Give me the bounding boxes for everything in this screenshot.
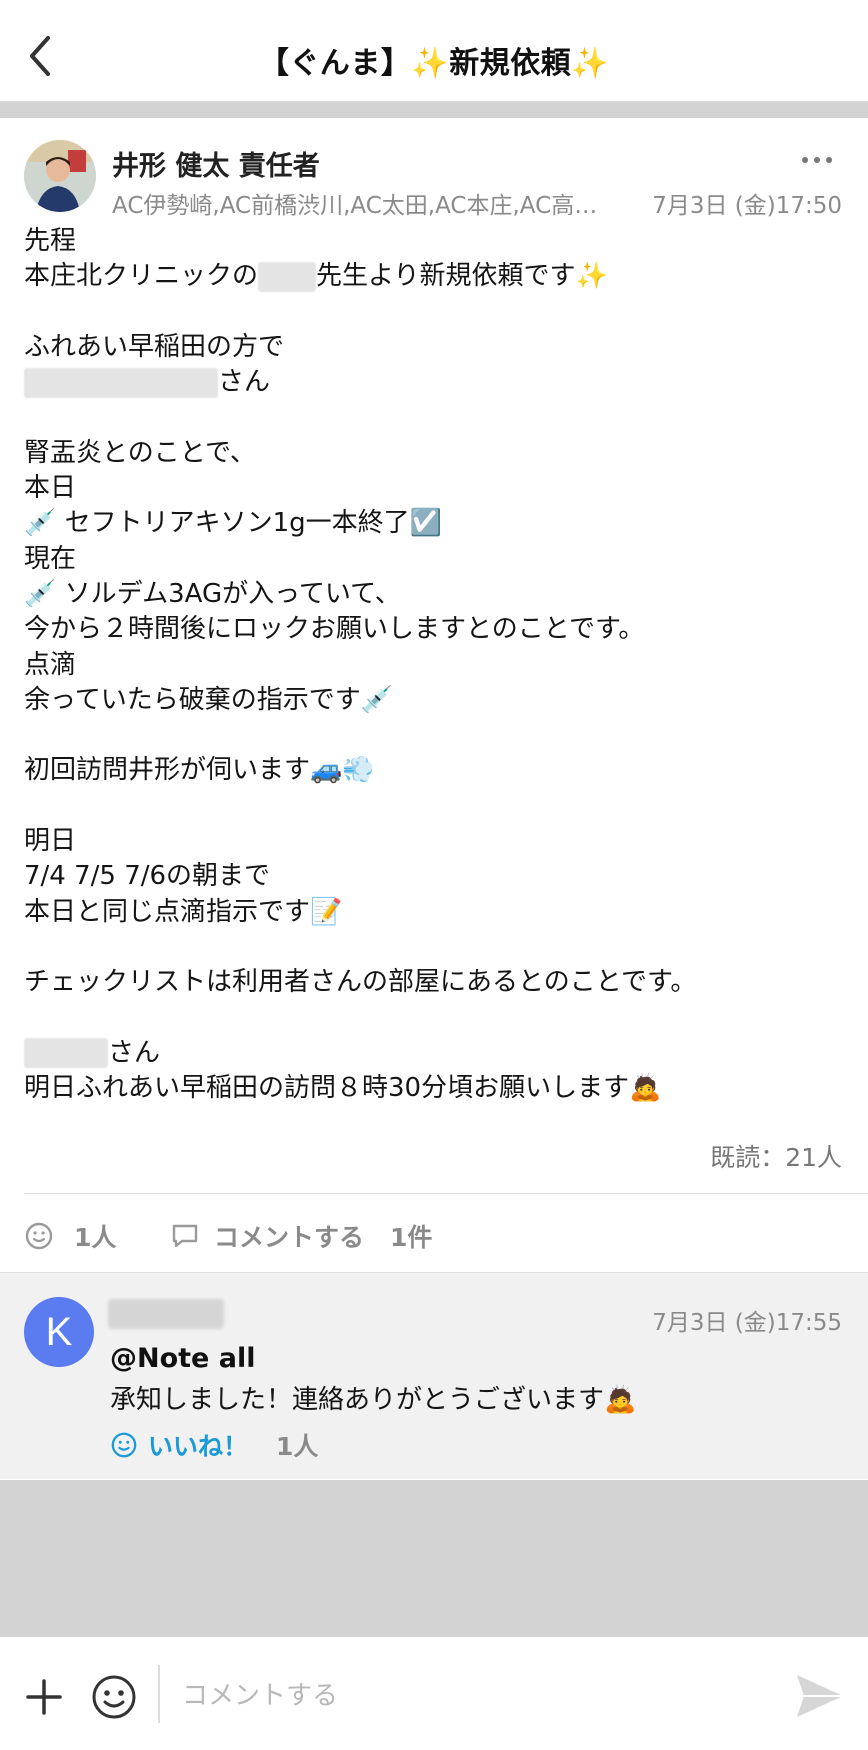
syringe-icon: 💉 (24, 508, 57, 539)
comment-button[interactable]: コメントする 1件 (170, 1218, 432, 1254)
body-line: 点滴 (24, 649, 77, 680)
body-line: 初回訪問井形が伺います🚙💨 (24, 753, 844, 788)
smiley-icon[interactable] (110, 1431, 138, 1459)
comment-input[interactable] (182, 1673, 782, 1719)
mention-tag[interactable]: @Note all (110, 1343, 256, 1374)
redacted-name (258, 261, 317, 292)
body-line: 💉 ソルデム3AGが入っていて、 (24, 577, 844, 612)
body-line: さん (24, 1036, 844, 1071)
like-row: いいね！ 1人 (110, 1427, 318, 1463)
body-text: 初回訪問井形が伺います (24, 755, 311, 786)
redacted-name (24, 367, 218, 398)
sparkle-icon: ✨ (411, 46, 450, 81)
checkbox-icon: ☑️ (409, 508, 443, 539)
memo-icon: 📝 (310, 896, 343, 927)
send-button[interactable] (794, 1671, 846, 1721)
comment-text: 承知しました！連絡ありがとうございます🙇 (110, 1379, 636, 1416)
reaction-count: 1人 (74, 1223, 117, 1252)
body-text: さん (218, 367, 271, 398)
title-main: 新規依頼 (449, 46, 572, 81)
smiley-icon (92, 1675, 136, 1719)
title-prefix: 【ぐんま】 (258, 46, 412, 81)
dot-icon (802, 157, 808, 163)
redacted-name (24, 1038, 108, 1069)
post-body: 先程 本庄北クリニックの 先生より新規依頼です✨ ふれあい早稲田の方で さん 腎盂… (24, 224, 844, 1106)
syringe-icon: 💉 (360, 684, 394, 715)
body-line: 明日 (24, 826, 77, 857)
like-count[interactable]: 1人 (276, 1427, 318, 1463)
body-text: 明日ふれあい早稲田の訪問８時30分頃お願いします (24, 1073, 630, 1104)
body-text: ソルデム3AGが入っていて、 (64, 578, 401, 609)
body-line: チェックリストは利用者さんの部屋にあるとのことです。 (24, 967, 697, 998)
comment-input-bar (0, 1636, 868, 1750)
bowing-person-icon: 🙇 (604, 1385, 637, 1415)
comment-item: K 7月3日 (金)17:55 @Note all 承知しました！連絡ありがとう… (0, 1272, 868, 1479)
sparkle-icon: ✨ (575, 261, 608, 292)
commenter-avatar[interactable]: K (24, 1297, 94, 1367)
page-title: 【ぐんま】✨新規依頼✨ (0, 38, 868, 82)
speech-bubble-icon (172, 1224, 198, 1248)
emoji-button[interactable] (90, 1673, 138, 1721)
input-separator (158, 1665, 160, 1723)
app-header: 【ぐんま】✨新規依頼✨ (0, 0, 868, 102)
author-name[interactable]: 井形 健太 責任者 (112, 144, 320, 183)
read-count[interactable]: 既読：21人 (710, 1138, 842, 1174)
syringe-icon: 💉 (24, 578, 57, 609)
comment-count: 1件 (390, 1223, 433, 1252)
body-line: ふれあい早稲田の方で (24, 331, 285, 362)
body-text: 余っていたら破棄の指示です (24, 684, 361, 715)
post-actions: 1人 コメントする 1件 (0, 1194, 868, 1272)
send-icon (797, 1675, 843, 1717)
author-groups: AC伊勢崎,AC前橋渋川,AC太田,AC本庄,AC高… (112, 193, 598, 219)
dash-icon: 💨 (342, 755, 375, 786)
body-line: 今から２時間後にロックお願いしますとのことです。 (24, 614, 645, 645)
body-line: さん (24, 365, 844, 400)
body-line: 7/4 7/5 7/6の朝まで (24, 861, 271, 892)
body-line: 💉 セフトリアキソン1g一本終了☑️ (24, 506, 844, 541)
comment-timestamp: 7月3日 (金)17:55 (652, 1310, 842, 1336)
person-photo-icon (24, 140, 96, 212)
body-text: さん (108, 1037, 161, 1068)
body-line: 余っていたら破棄の指示です💉 (24, 683, 844, 718)
like-button[interactable]: いいね！ (148, 1427, 248, 1463)
body-line: 現在 (24, 543, 77, 574)
redacted-commenter-name (108, 1299, 224, 1329)
reaction-button[interactable]: 1人 (24, 1218, 116, 1254)
body-line: 先程 (24, 226, 77, 256)
body-text: 本庄北クリニックの (24, 261, 259, 292)
body-line: 本日と同じ点滴指示です📝 (24, 895, 844, 930)
sparkle-icon: ✨ (571, 46, 610, 81)
dot-icon (814, 157, 820, 163)
plus-icon (26, 1679, 62, 1715)
body-text: セフトリアキソン1g一本終了 (64, 508, 410, 539)
body-text: 先生より新規依頼です (316, 261, 576, 292)
dot-icon (826, 157, 832, 163)
car-icon: 🚙 (310, 755, 343, 786)
add-attachment-button[interactable] (22, 1675, 66, 1719)
more-options-button[interactable] (802, 148, 842, 168)
bowing-person-icon: 🙇 (629, 1073, 662, 1104)
author-avatar[interactable] (24, 140, 96, 212)
body-line: 明日ふれあい早稲田の訪問８時30分頃お願いします🙇 (24, 1071, 844, 1106)
body-line: 腎盂炎とのことで、 (24, 437, 256, 468)
comment-body: 承知しました！連絡ありがとうございます (110, 1385, 605, 1415)
empty-area (0, 1480, 868, 1636)
body-line: 本庄北クリニックの 先生より新規依頼です✨ (24, 259, 844, 294)
post-timestamp: 7月3日 (金)17:50 (652, 193, 842, 219)
smiley-icon (25, 1222, 53, 1250)
header-separator (0, 102, 868, 118)
body-text: 本日と同じ点滴指示です (24, 896, 311, 927)
comment-label: コメントする (214, 1223, 365, 1252)
body-line: 本日 (24, 473, 77, 504)
